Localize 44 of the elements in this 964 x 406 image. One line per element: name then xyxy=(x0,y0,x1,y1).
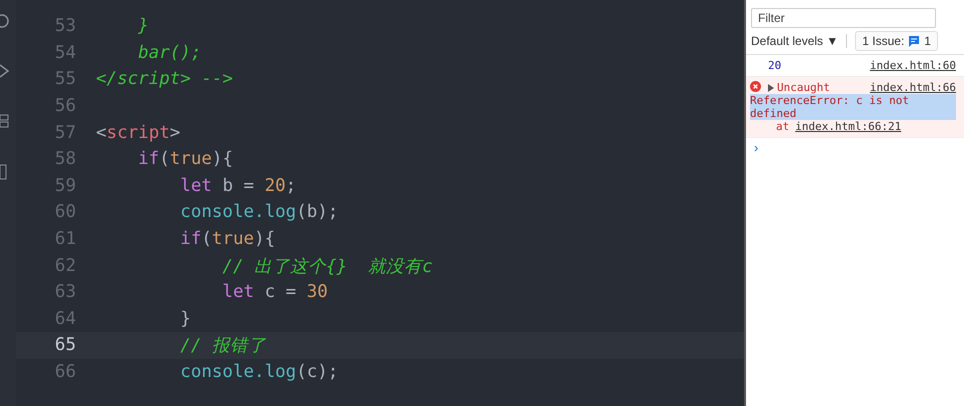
source-link[interactable]: index.html:60 xyxy=(870,59,956,72)
code-line: } xyxy=(179,308,191,329)
expand-icon[interactable] xyxy=(768,84,774,92)
code-line: console.log(c); xyxy=(179,362,338,382)
code-line: bar(); xyxy=(137,42,202,63)
code-line: let b = 20; xyxy=(179,176,296,196)
filter-field[interactable]: Filter xyxy=(751,8,936,28)
line-number: 59 xyxy=(54,176,77,196)
issue-count: 1 xyxy=(924,34,931,48)
levels-dropdown[interactable]: Default levels ▼ xyxy=(751,34,848,48)
message-icon xyxy=(908,35,920,47)
error-message: ReferenceError: c is not defined xyxy=(750,94,956,120)
error-summary: Uncaught xyxy=(777,81,830,94)
play-icon[interactable] xyxy=(0,64,10,78)
line-number: 54 xyxy=(54,42,77,63)
issues-button[interactable]: 1 Issue: 1 xyxy=(855,31,938,51)
line-number: 57 xyxy=(54,122,77,143)
code-line: <script> xyxy=(96,122,180,143)
stack-link[interactable]: index.html:66:21 xyxy=(795,120,902,133)
code-line: } xyxy=(137,16,149,36)
code-line: if(true){ xyxy=(179,229,276,250)
stack-at: at xyxy=(776,120,790,133)
line-number: 55 xyxy=(54,69,77,90)
line-number: 60 xyxy=(54,202,77,222)
source-link[interactable]: index.html:66 xyxy=(870,81,956,94)
line-number: 62 xyxy=(54,256,77,276)
log-value: 20 xyxy=(768,59,782,72)
code-line: let c = 30 xyxy=(221,282,328,302)
line-number: 61 xyxy=(54,229,77,250)
code-line: // 报错了 xyxy=(179,335,266,358)
line-number: 53 xyxy=(54,16,77,36)
error-icon xyxy=(750,81,761,92)
code-line: // 出了这个{} 就没有c xyxy=(221,256,433,278)
line-number: 64 xyxy=(54,308,77,329)
line-number: 63 xyxy=(54,282,77,302)
line-number: 58 xyxy=(54,149,77,170)
line-number: 66 xyxy=(54,362,77,382)
blocks-icon[interactable] xyxy=(0,114,10,128)
code-line: </script> --> xyxy=(96,69,233,90)
code-line: if(true){ xyxy=(137,149,233,170)
line-number: 65 xyxy=(54,335,77,356)
code-line: console.log(b); xyxy=(179,202,338,222)
line-number: 56 xyxy=(54,96,77,116)
console-prompt[interactable]: › xyxy=(746,138,964,157)
